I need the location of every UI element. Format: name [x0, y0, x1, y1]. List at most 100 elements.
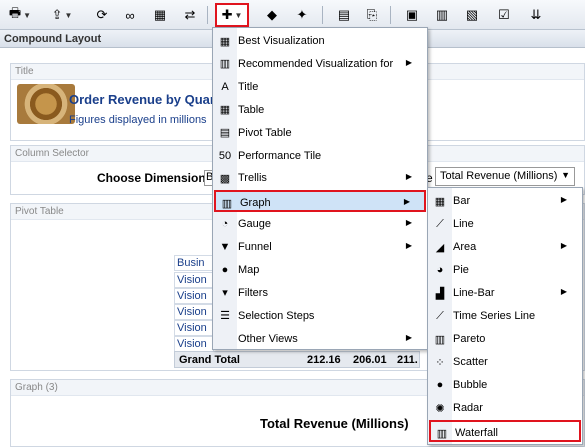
time-series-icon: ⟋	[436, 309, 444, 322]
menu-item-pie[interactable]: ◕ Pie	[429, 259, 581, 281]
bullet-icon[interactable]: ▥	[432, 5, 452, 25]
trellis-icon: ▩	[219, 172, 231, 185]
menu-item-label: Radar	[453, 402, 483, 414]
chevron-down-icon: ▼	[561, 170, 570, 180]
menu-item-filters[interactable]: ▾ Filters	[214, 282, 426, 304]
graph-title: Total Revenue (Millions)	[260, 416, 409, 431]
preview-icon[interactable]: ∞	[120, 5, 140, 25]
menu-item-trellis[interactable]: ▩ Trellis ▶	[214, 167, 426, 189]
download-icon[interactable]: ⇊	[526, 5, 546, 25]
menu-item-label: Selection Steps	[238, 309, 315, 322]
sync-icon[interactable]: ⇄	[180, 5, 200, 25]
submenu-arrow-icon: ▶	[560, 287, 567, 296]
grand-total-label: Grand Total	[179, 354, 240, 366]
menu-item-label: Map	[238, 264, 260, 276]
radar-icon: ✺	[435, 402, 445, 415]
menu-item-bar[interactable]: ▦ Bar ▶	[429, 190, 581, 212]
menu-item-other-views[interactable]: Other Views ▶	[214, 328, 426, 350]
menu-item-label: Filters	[238, 286, 268, 299]
menu-item-label: Table	[238, 103, 265, 116]
submenu-arrow-icon: ▶	[405, 218, 412, 228]
submenu-arrow-icon: ▶	[560, 195, 567, 204]
menu-item-label: Gauge	[238, 218, 272, 231]
menu-item-performance-tile[interactable]: 50 Performance Tile	[214, 145, 426, 167]
menu-item-label: Other Views	[238, 332, 298, 345]
perf-tile-icon: 50	[218, 149, 232, 162]
page-subtitle: Figures displayed in millions	[69, 114, 207, 126]
pie-icon: ◕	[436, 264, 444, 276]
new-view-icon[interactable]: ✚ ▼	[215, 3, 249, 27]
submenu-arrow-icon: ▶	[403, 197, 410, 207]
print-icon[interactable]: 🖶 ▼	[6, 5, 34, 25]
menu-item-selection-steps[interactable]: ☰ Selection Steps	[214, 305, 426, 327]
map-icon: ●	[221, 264, 229, 276]
menu-item-label: Pie	[453, 264, 469, 276]
submenu-arrow-icon: ▶	[405, 172, 412, 182]
menu-item-label: Recommended Visualization for	[238, 57, 394, 70]
menu-item-label: Trellis	[238, 172, 267, 185]
submenu-arrow-icon: ▶	[405, 57, 412, 67]
menu-item-time-series-line[interactable]: ⟋ Time Series Line	[429, 305, 581, 327]
menu-item-recommended-visualization-for[interactable]: ▥ Recommended Visualization for ▶	[214, 53, 426, 75]
table-row[interactable]: Vision	[174, 272, 214, 288]
menu-item-bubble[interactable]: ● Bubble	[429, 374, 581, 396]
menu-item-label: Line-Bar	[453, 287, 495, 299]
checklist-icon[interactable]: ☑	[494, 5, 514, 25]
pdf-icon[interactable]: ⎘	[362, 5, 382, 25]
menu-item-graph[interactable]: ▥ Graph ▶	[214, 190, 426, 213]
table-row[interactable]: Vision	[174, 304, 214, 320]
menu-item-label: Scatter	[453, 356, 488, 368]
compass-logo	[17, 84, 75, 124]
star-icon[interactable]: ✦	[292, 5, 312, 25]
menu-item-label: Waterfall	[455, 427, 498, 439]
table-row[interactable]: Vision	[174, 320, 214, 336]
menu-item-gauge[interactable]: ◔ Gauge ▶	[214, 213, 426, 235]
refresh-icon[interactable]: ⟳	[92, 5, 112, 25]
menu-item-label: Line	[453, 218, 474, 230]
copy-icon[interactable]: ▣	[402, 5, 422, 25]
bubble-icon: ●	[436, 379, 444, 391]
menu-item-line[interactable]: ⟋ Line	[429, 213, 581, 235]
measure-select-value: Total Revenue (Millions)	[440, 170, 558, 182]
menu-item-label: Funnel	[238, 241, 272, 254]
menu-item-waterfall[interactable]: ▥ Waterfall	[429, 420, 581, 442]
table-row[interactable]: Vision	[174, 288, 214, 304]
table-icon: ▦	[219, 104, 231, 117]
waterfall-icon: ▥	[436, 427, 448, 440]
table-row[interactable]: Busin	[174, 255, 214, 271]
grand-total-value: 211.	[397, 354, 418, 366]
menu-item-pivot-table[interactable]: ▤ Pivot Table	[214, 122, 426, 144]
steps-icon: ☰	[220, 310, 230, 323]
menu-item-table[interactable]: ▦ Table	[214, 99, 426, 121]
toolbar: 🖶 ▼ ⇪ ▼ ⟳ ∞ ▦ ⇄ ✚ ▼ ◆ ✦ ▤ ⎘ ▣ ▥ ▧ ☑ ⇊	[0, 0, 585, 30]
menu-item-label: Area	[453, 241, 477, 253]
xml-icon[interactable]: ▤	[334, 5, 354, 25]
menu-item-line-bar[interactable]: ▟ Line-Bar ▶	[429, 282, 581, 304]
lines-icon[interactable]: ▧	[462, 5, 482, 25]
menu-item-label: Bubble	[453, 379, 488, 391]
grand-total-value: 206.01	[353, 354, 387, 366]
menu-item-label: Title	[238, 80, 259, 93]
line-bar-icon: ▟	[435, 287, 445, 300]
menu-item-funnel[interactable]: ▼ Funnel ▶	[214, 236, 426, 258]
menu-item-label: Time Series Line	[453, 310, 536, 322]
shape-icon[interactable]: ◆	[262, 5, 282, 25]
menu-item-scatter[interactable]: ⁘ Scatter	[429, 351, 581, 373]
table-row[interactable]: Vision	[174, 336, 214, 352]
funnel-icon: ▼	[219, 241, 231, 254]
menu-item-pareto[interactable]: ▥ Pareto	[429, 328, 581, 350]
filter-icon: ▾	[222, 287, 228, 300]
measure-select[interactable]: Total Revenue (Millions) ▼	[435, 167, 575, 186]
menu-item-map[interactable]: ● Map	[214, 259, 426, 281]
export-icon[interactable]: ⇪ ▼	[48, 5, 76, 25]
grand-total-row: Grand Total 212.16 206.01 211.	[174, 351, 420, 368]
menu-item-radar[interactable]: ✺ Radar	[429, 397, 581, 419]
filter-icon[interactable]: ▦	[150, 5, 170, 25]
menu-item-label: Pivot Table	[238, 126, 292, 139]
grand-total-value: 212.16	[307, 354, 341, 366]
line-icon: ⟋	[436, 217, 444, 230]
menu-item-label: Best Visualization	[238, 35, 325, 47]
menu-item-best-visualization[interactable]: ▦ Best Visualization	[214, 30, 426, 52]
menu-item-area[interactable]: ◢ Area ▶	[429, 236, 581, 258]
menu-item-title[interactable]: A Title	[214, 76, 426, 98]
